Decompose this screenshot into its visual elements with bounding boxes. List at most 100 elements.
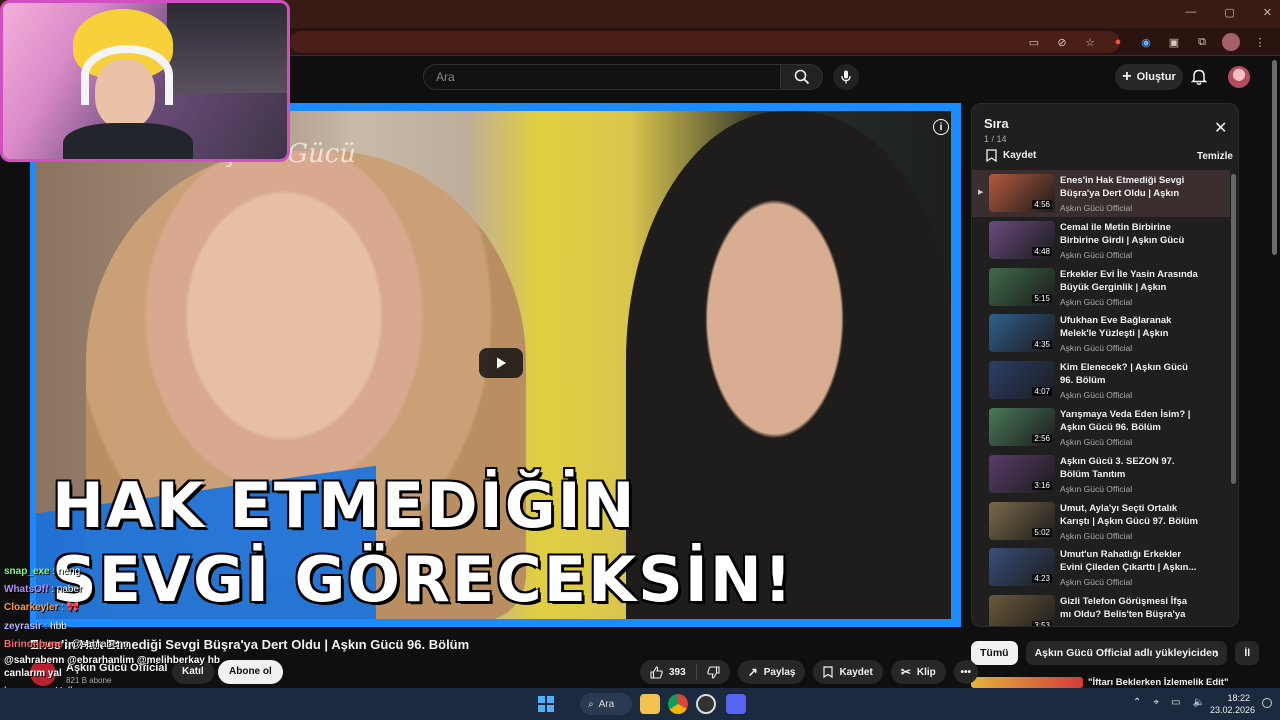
menu-dots-icon[interactable]: ⋮ [1252,34,1268,50]
chip-all[interactable]: Tümü [971,641,1018,665]
chrome-icon[interactable] [668,694,688,714]
queue-item[interactable]: 4:07 Kim Elenecek? | Aşkın Gücü 96. Bölüm… [972,357,1230,404]
queue-item[interactable]: 5:02 Umut, Ayla'yı Seçti Ortalık Karıştı … [972,498,1230,545]
next-video-title[interactable]: "İftarı Beklerken İzlemelik Edit" [1088,677,1228,688]
queue-item[interactable]: ▶ 4:56 Enes'in Hak Etmediği Sevgi Büşra'ya… [972,170,1230,217]
save-button[interactable]: Kaydet [813,660,883,684]
queue-thumbnail[interactable]: 4:23 [989,548,1055,587]
queue-item-channel: Aşkın Gücü Official [1060,249,1133,260]
video-frame[interactable]: Aşkın Gücü HAK ETMEDİĞİN SEVGİ GÖRECEKSİ… [36,111,951,619]
queue-scrollbar[interactable] [1231,174,1236,484]
chevron-right-icon[interactable]: › [1214,645,1219,661]
windows-start-icon[interactable] [538,696,554,712]
queue-item-channel: Aşkın Gücü Official [1060,530,1133,541]
taskbar-clock[interactable]: 18:22 23.02.2026 [1210,692,1256,716]
share-button[interactable]: ↗ Paylaş [737,660,806,684]
queue-thumbnail[interactable]: 4:07 [989,361,1055,400]
queue-item-title[interactable]: Ufukhan Eve Bağlaranak Melek'le Yüzleşti… [1060,314,1198,340]
queue-item-channel: Aşkın Gücü Official [1060,296,1133,307]
notification-icon[interactable] [1262,698,1272,708]
streamer-webcam [0,0,290,162]
subscribe-button[interactable]: Abone ol [218,660,283,684]
queue-thumbnail[interactable]: 5:15 [989,267,1055,306]
dislike-button[interactable] [697,660,730,684]
extension-red-icon[interactable]: ● [1110,34,1126,50]
queue-item-channel: Aşkın Gücü Official [1060,343,1133,354]
queue-item-title[interactable]: Enes'in Hak Etmediği Sevgi Büşra'ya Dert… [1060,174,1198,200]
video-duration: 4:48 [1032,246,1052,256]
queue-item-title[interactable]: Yarışmaya Veda Eden İsim? | Aşkın Gücü 9… [1060,408,1198,434]
queue-item[interactable]: 5:15 Erkekler Evi İle Yasin Arasında Büyü… [972,264,1230,311]
share-label: Paylaş [763,666,796,678]
queue-item[interactable]: 4:35 Ufukhan Eve Bağlaranak Melek'le Yüzl… [972,310,1230,357]
queue-thumbnail[interactable]: 4:35 [989,314,1055,353]
discord-icon[interactable] [726,694,746,714]
system-tray: ⌃ ⌖ ▭ 🔈 [1133,697,1205,708]
youtube-header: Ara + Oluştur [290,56,1280,98]
queue-item-title[interactable]: Kim Elenecek? | Aşkın Gücü 96. Bölüm [1060,361,1198,387]
info-icon[interactable]: i [933,119,949,135]
extension-audio-icon[interactable]: ◉ [1138,34,1154,50]
video-caption-line-2: SEVGİ GÖRECEKSİN! [52,543,795,616]
url-field[interactable] [290,31,1120,53]
search-input[interactable]: Ara [423,64,781,90]
queue-item-title[interactable]: Umut'un Rahatlığı Erkekler Evini Çileden… [1060,548,1198,574]
video-duration: 4:07 [1032,387,1052,397]
search-button[interactable] [781,64,823,90]
more-actions-button[interactable]: ••• [953,660,978,684]
queue-thumbnail[interactable]: 5:02 [989,501,1055,540]
queue-item-title[interactable]: Umut, Ayla'yı Seçti Ortalık Karıştı | Aş… [1060,502,1198,528]
clip-button[interactable]: ✂ Klip [890,660,946,684]
tray-volume-icon[interactable]: 🔈 [1192,697,1204,708]
queue-thumbnail[interactable]: 4:56 [989,174,1055,212]
queue-save-button[interactable]: Kaydet [986,149,1036,162]
close-queue-icon[interactable]: ✕ [1214,118,1227,138]
queue-thumbnail[interactable]: 4:48 [989,220,1055,259]
tray-chevron-icon[interactable]: ⌃ [1133,697,1141,708]
close-window-icon[interactable]: ✕ [1263,6,1272,19]
queue-thumbnail[interactable]: 3:16 [989,454,1055,493]
create-button[interactable]: + Oluştur [1115,64,1183,90]
hide-icon[interactable]: ⊘ [1054,34,1070,50]
account-avatar[interactable] [1228,66,1250,88]
play-button[interactable] [479,348,523,378]
queue-thumbnail[interactable]: 2:56 [989,407,1055,446]
queue-item-title[interactable]: Aşkın Gücü 3. SEZON 97. Bölüm Tanıtım [1060,455,1198,481]
share-icon: ↗ [747,665,758,679]
tray-monitor-icon[interactable]: ▭ [1171,697,1180,708]
extension-icon[interactable]: ▣ [1166,34,1182,50]
video-player[interactable]: Aşkın Gücü HAK ETMEDİĞİN SEVGİ GÖRECEKSİ… [30,103,961,627]
profile-avatar-icon[interactable] [1222,33,1240,51]
cast-icon[interactable]: ▭ [1026,34,1042,50]
extensions-puzzle-icon[interactable]: ⧉ [1194,34,1210,50]
tray-location-icon[interactable]: ⌖ [1153,697,1159,708]
queue-item-text: Umut, Ayla'yı Seçti Ortalık Karıştı | Aş… [1060,502,1198,541]
chip-uploader[interactable]: Aşkın Gücü Official adlı yükleyiciden [1025,641,1228,665]
queue-item[interactable]: 3:16 Aşkın Gücü 3. SEZON 97. Bölüm Tanıtı… [972,451,1230,498]
bookmark-star-icon[interactable]: ☆ [1082,34,1098,50]
queue-clear-button[interactable]: Temizle [1197,151,1233,162]
queue-list: ▶ 4:56 Enes'in Hak Etmediği Sevgi Büşra'ya… [972,170,1230,626]
page-scrollbar[interactable] [1272,60,1277,255]
queue-item-title[interactable]: Cemal ile Metin Birbirine Birbirine Gird… [1060,221,1198,247]
queue-item-title[interactable]: Erkekler Evi İle Yasin Arasında Büyük Ge… [1060,268,1198,294]
like-button[interactable]: 393 [640,660,696,684]
chip-more[interactable]: İl [1235,641,1260,665]
file-explorer-icon[interactable] [640,694,660,714]
queue-item[interactable]: 4:48 Cemal ile Metin Birbirine Birbirine … [972,217,1230,264]
taskbar-search[interactable]: ⌕ Ara [580,693,632,715]
minimize-icon[interactable]: — [1185,6,1196,19]
queue-item[interactable]: 4:23 Umut'un Rahatlığı Erkekler Evini Çil… [972,544,1230,591]
app-icon[interactable] [696,694,716,714]
clock-date: 23.02.2026 [1210,705,1256,715]
queue-item[interactable]: 2:56 Yarışmaya Veda Eden İsim? | Aşkın Gü… [972,404,1230,451]
queue-item[interactable]: 3:53 Gizli Telefon Görüşmesi İfşa mı Oldu… [972,591,1230,626]
notifications-button[interactable] [1188,66,1210,88]
maximize-icon[interactable]: ▢ [1224,6,1234,19]
queue-item-title[interactable]: Gizli Telefon Görüşmesi İfşa mı Oldu? Be… [1060,595,1198,621]
voice-search-button[interactable] [833,64,859,90]
save-label: Kaydet [839,666,873,678]
next-video-thumbnail[interactable] [971,677,1083,688]
more-dots-icon: ••• [960,666,972,678]
queue-thumbnail[interactable]: 3:53 [989,595,1055,626]
